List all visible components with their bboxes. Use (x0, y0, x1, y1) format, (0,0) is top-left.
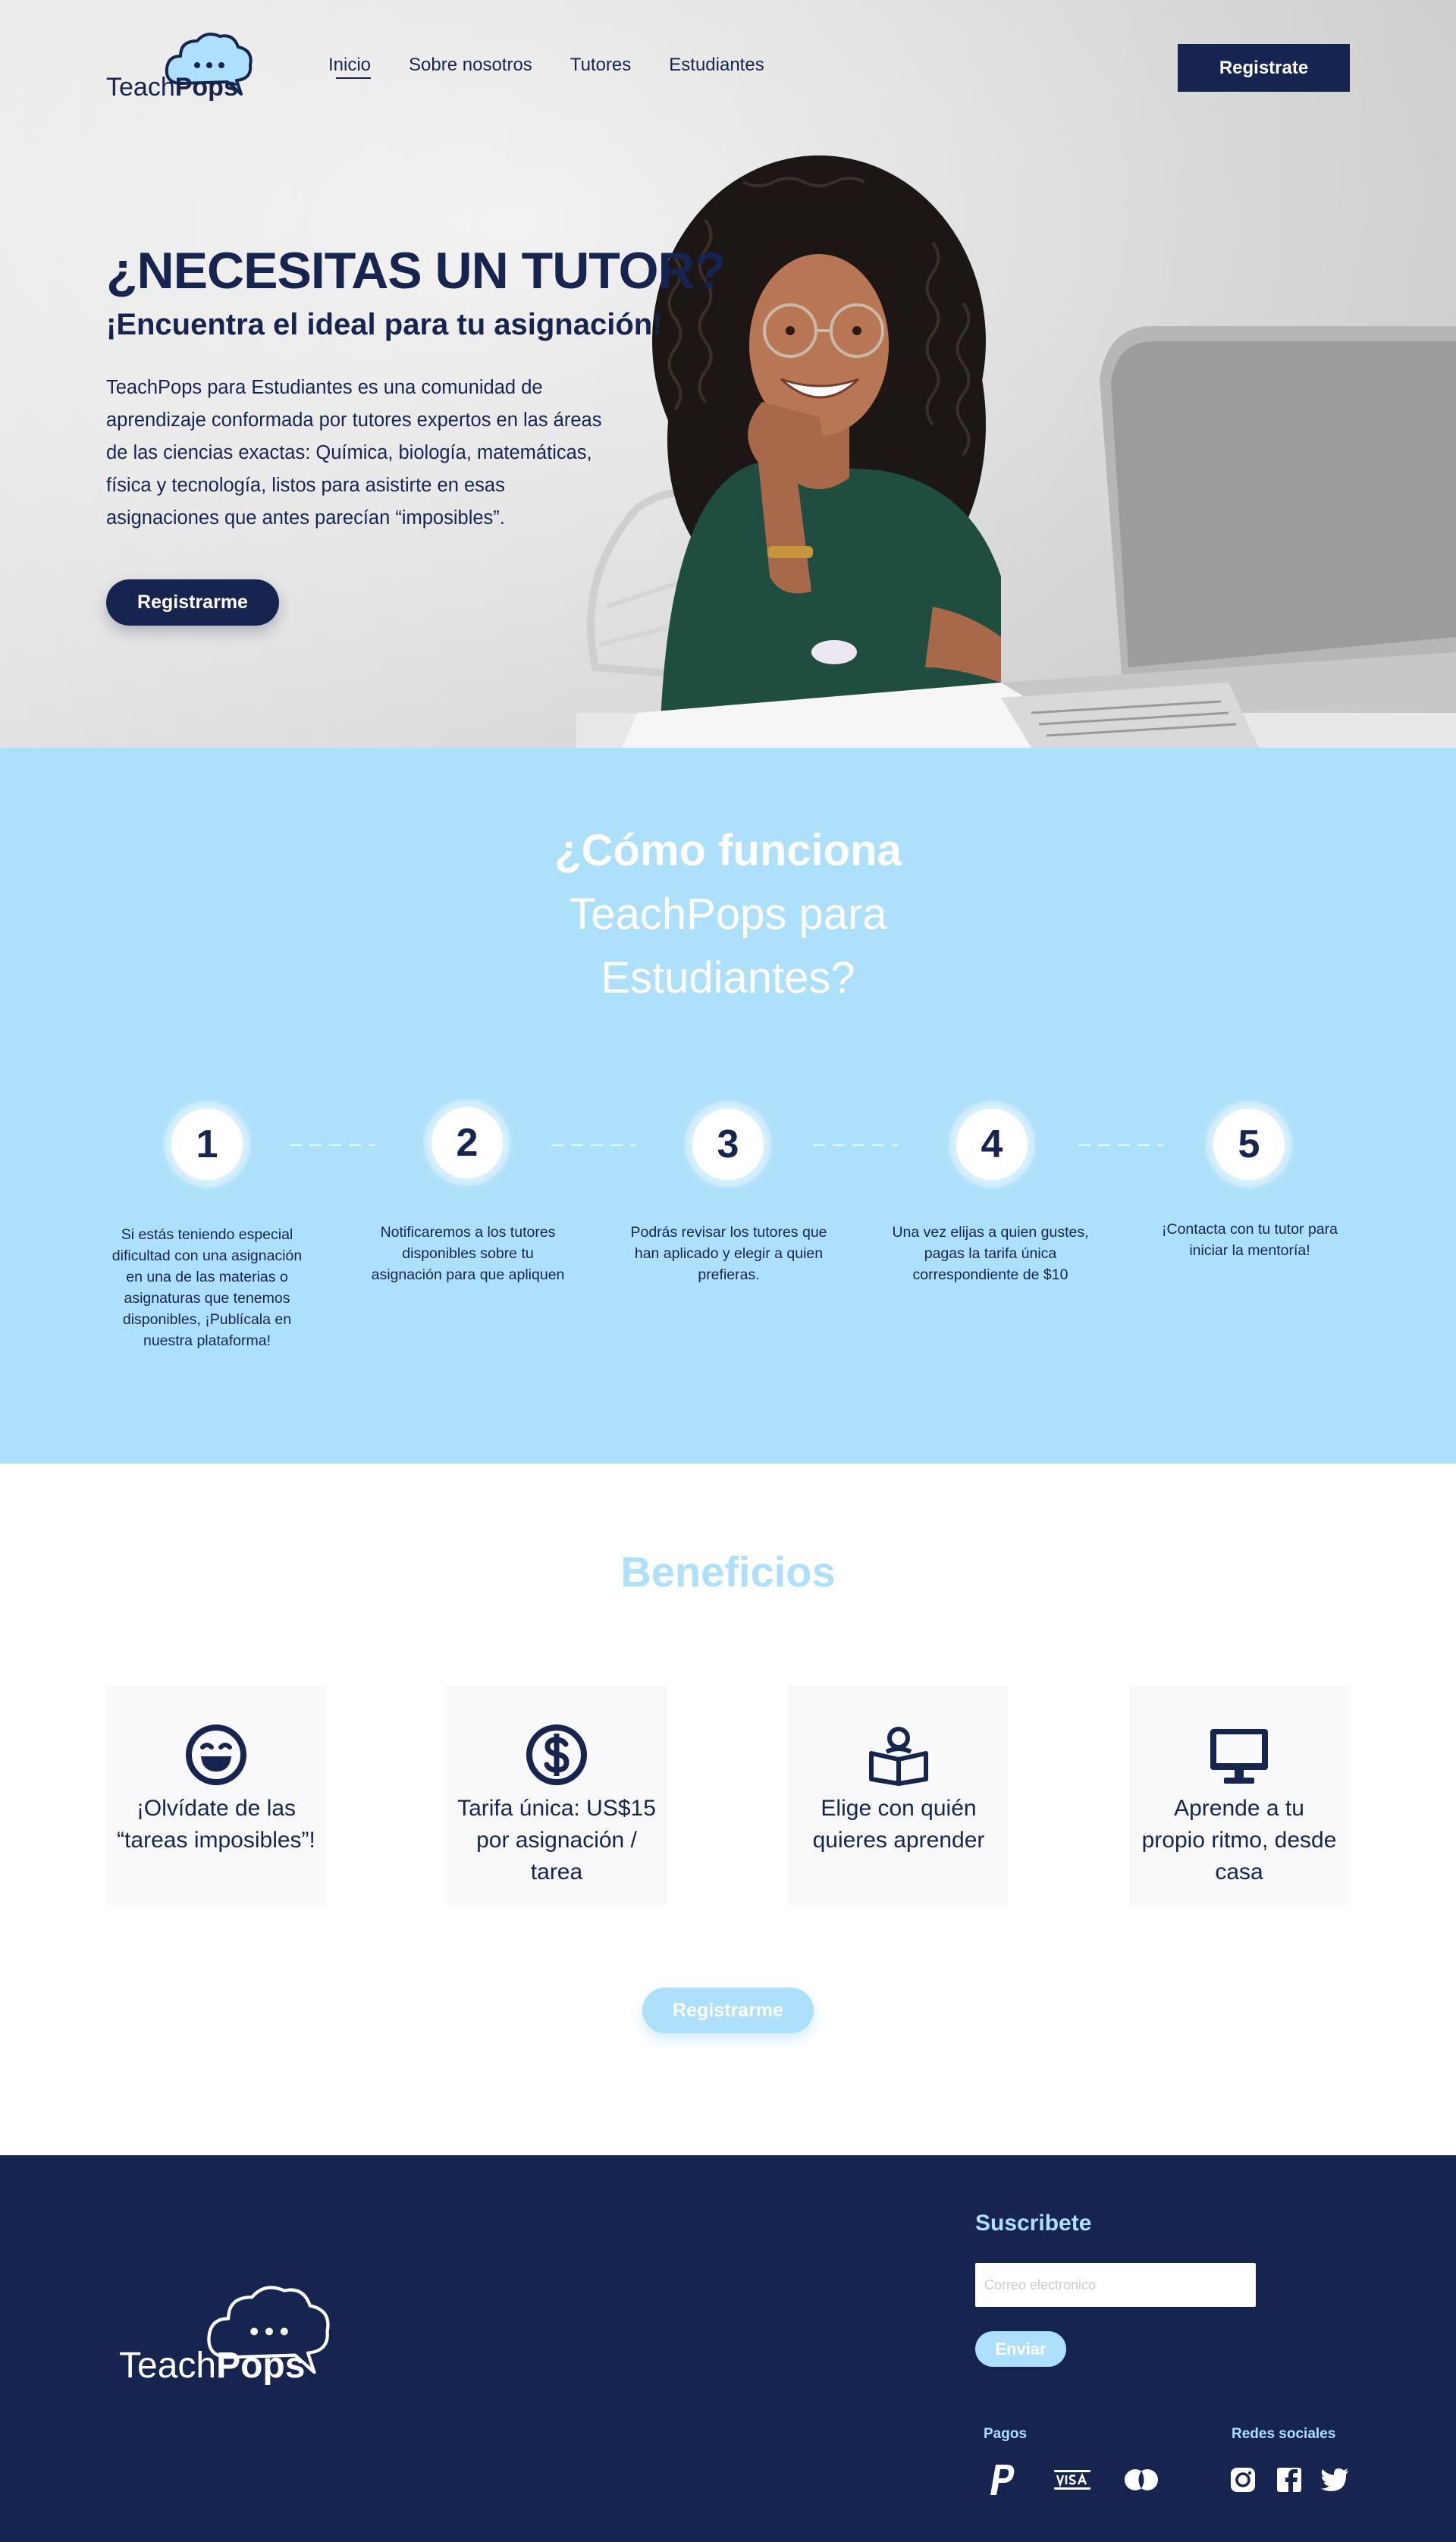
hero-description: TeachPops para Estudiantes es una comuni… (106, 377, 602, 529)
twitter-icon[interactable] (1320, 2463, 1350, 2496)
step-4-text: Una vez elijas a quien gustes, pagas la … (892, 1224, 1089, 1283)
nav-link-inicio[interactable]: Inicio (328, 55, 372, 79)
facebook-icon[interactable] (1276, 2463, 1303, 2496)
dollar-coin-icon (526, 1724, 587, 1785)
footer-logo-wordmark-bold: Pops (216, 2346, 306, 2386)
benefits-title: Beneficios (620, 1548, 836, 1596)
benefit-text: Aprende a tu propio ritmo, desde casa (1141, 1796, 1337, 1885)
footer-logo-wordmark-light: Teach (119, 2346, 217, 2386)
nav-link-tutores[interactable]: Tutores (570, 55, 631, 76)
step-connector (290, 1144, 375, 1146)
nav-link-sobre-nosotros[interactable]: Sobre nosotros (409, 55, 532, 76)
teachpops-logo[interactable]: TeachPops (106, 30, 265, 106)
step-4-circle: 4 (956, 1109, 1028, 1180)
monitor-icon (1210, 1729, 1268, 1784)
instagram-icon[interactable] (1229, 2463, 1257, 2496)
how-title-line-2: TeachPops para (569, 890, 887, 939)
benefit-text: Tarifa única: US$15 por asignación / tar… (457, 1796, 656, 1885)
top-navigation: TeachPops Inicio Sobre nosotros Tutores … (0, 0, 1456, 133)
step-1-text: Si estás teniendo especial dificultad co… (111, 1226, 303, 1349)
step-3-circle: 3 (692, 1109, 764, 1180)
register-button[interactable]: Registrate (1178, 44, 1350, 92)
nav-link-estudiantes[interactable]: Estudiantes (669, 55, 764, 76)
logo-wordmark-bold: Pops (174, 73, 238, 102)
hero-section: TeachPops Inicio Sobre nosotros Tutores … (0, 0, 1456, 748)
hero-register-button[interactable]: Registrarme (106, 579, 279, 626)
hero-subtitle: ¡Encuentra el ideal para tu asignación! (106, 308, 663, 341)
step-5-text: ¡Contacta con tu tutor para iniciar la m… (1162, 1221, 1338, 1259)
benefit-card-flat-rate: Tarifa única: US$15 por asignación / tar… (447, 1685, 667, 1905)
how-title-line-3: Estudiantes? (601, 953, 855, 1003)
email-field[interactable] (975, 2263, 1256, 2307)
laughing-face-icon (186, 1724, 246, 1785)
benefit-text: Elige con quién quieres aprender (812, 1796, 985, 1853)
step-1-circle: 1 (171, 1109, 243, 1180)
benefit-card-no-impossible-tasks: ¡Olvídate de las “tareas imposibles”! (106, 1685, 326, 1905)
section-curve-divider (0, 1418, 1456, 1452)
reader-book-icon (869, 1727, 928, 1786)
main-menu: Inicio Sobre nosotros Tutores Estudiante… (328, 55, 764, 79)
step-2-circle: 2 (431, 1107, 503, 1178)
how-title-line-1: ¿Cómo funciona (554, 826, 902, 875)
send-button[interactable]: Enviar (975, 2331, 1066, 2367)
step-connector (813, 1144, 898, 1146)
how-it-works-title: ¿Cómo funciona TeachPops para Estudiante… (0, 819, 1456, 1010)
hero-title: ¿NECESITAS UN TUTOR? (106, 242, 726, 300)
visa-icon (1051, 2463, 1094, 2496)
step-5-circle: 5 (1213, 1109, 1285, 1180)
benefit-text: ¡Olvídate de las “tareas imposibles”! (117, 1796, 315, 1853)
benefit-card-learn-at-home: Aprende a tu propio ritmo, desde casa (1129, 1685, 1349, 1905)
social-title: Redes sociales (1232, 2426, 1336, 2442)
step-connector (1078, 1144, 1163, 1146)
benefit-card-choose-tutor: Elige con quién quieres aprender (789, 1685, 1009, 1905)
mastercard-icon (1122, 2463, 1161, 2496)
footer-logo-wordmark: TeachPops (119, 2345, 305, 2387)
subscribe-title: Suscribete (975, 2211, 1092, 2236)
paypal-icon (988, 2463, 1018, 2496)
step-2-text: Notificaremos a los tutores disponibles … (371, 1224, 565, 1283)
footer-logo[interactable]: TeachPops (118, 2281, 345, 2387)
step-connector (551, 1144, 636, 1146)
logo-wordmark: TeachPops (106, 73, 238, 102)
payments-title: Pagos (984, 2426, 1028, 2442)
step-3-text: Podrás revisar los tutores que han aplic… (630, 1224, 827, 1283)
logo-wordmark-light: Teach (106, 73, 175, 102)
benefits-register-button[interactable]: Registrarme (642, 1988, 814, 2033)
